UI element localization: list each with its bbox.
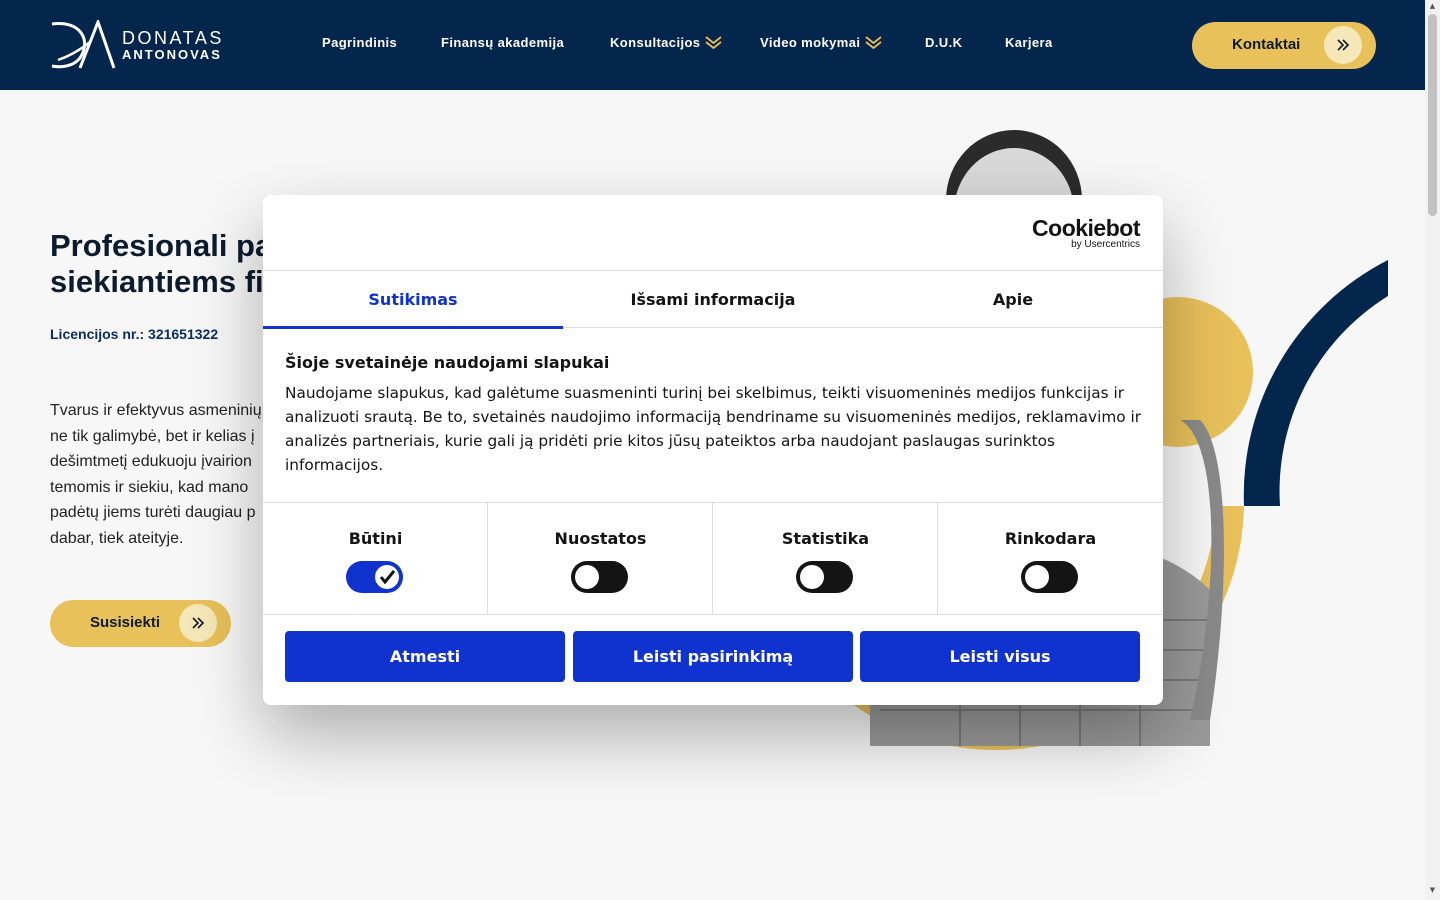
toggle-cell-rinkodara: Rinkodara <box>938 503 1163 615</box>
toggle-knob <box>375 565 399 589</box>
cookie-category-toggles: Būtini Nuostatos Statistika Rinkodara <box>263 502 1163 615</box>
scroll-thumb[interactable] <box>1428 14 1437 216</box>
toggle-knob <box>1025 565 1049 589</box>
marketing-toggle[interactable] <box>1021 561 1078 593</box>
cookie-heading: Šioje svetainėje naudojami slapukai <box>285 353 610 372</box>
reject-button[interactable]: Atmesti <box>285 631 565 682</box>
cookie-tabs: Sutikimas Išsami informacija Apie <box>263 270 1163 329</box>
preferences-toggle[interactable] <box>571 561 628 593</box>
necessary-toggle[interactable] <box>346 561 403 593</box>
tab-sutikimas[interactable]: Sutikimas <box>263 271 563 329</box>
cookiebot-logo[interactable]: Cookiebot by Usercentrics <box>1032 217 1140 251</box>
checkmark-icon <box>379 570 396 585</box>
tab-apie[interactable]: Apie <box>863 271 1163 328</box>
cookie-body-text: Naudojame slapukus, kad galėtume suasmen… <box>285 384 1142 474</box>
toggle-label: Statistika <box>781 529 870 548</box>
scroll-up-icon[interactable]: ▲ <box>1428 2 1437 10</box>
cookiebot-brand: Cookiebot <box>1032 215 1140 241</box>
page-scrollbar[interactable]: ▲ ▼ <box>1425 0 1440 900</box>
toggle-label: Rinkodara <box>1004 529 1097 548</box>
allow-selection-button[interactable]: Leisti pasirinkimą <box>573 631 853 682</box>
toggle-cell-nuostatos: Nuostatos <box>488 503 713 615</box>
cookie-consent-dialog: Cookiebot by Usercentrics Sutikimas Išsa… <box>263 195 1163 705</box>
cookie-action-buttons: Atmesti Leisti pasirinkimą Leisti visus <box>285 631 1141 682</box>
toggle-label: Nuostatos <box>554 529 647 548</box>
allow-all-button[interactable]: Leisti visus <box>860 631 1140 682</box>
scroll-down-icon[interactable]: ▼ <box>1428 886 1437 894</box>
tab-issami-informacija[interactable]: Išsami informacija <box>563 271 863 328</box>
statistics-toggle[interactable] <box>796 561 853 593</box>
toggle-label: Būtini <box>348 529 403 548</box>
toggle-knob <box>800 565 824 589</box>
toggle-cell-butini: Būtini <box>263 503 488 615</box>
toggle-knob <box>575 565 599 589</box>
toggle-cell-statistika: Statistika <box>713 503 938 615</box>
cookie-content: Šioje svetainėje naudojami slapukai Naud… <box>285 353 1145 477</box>
